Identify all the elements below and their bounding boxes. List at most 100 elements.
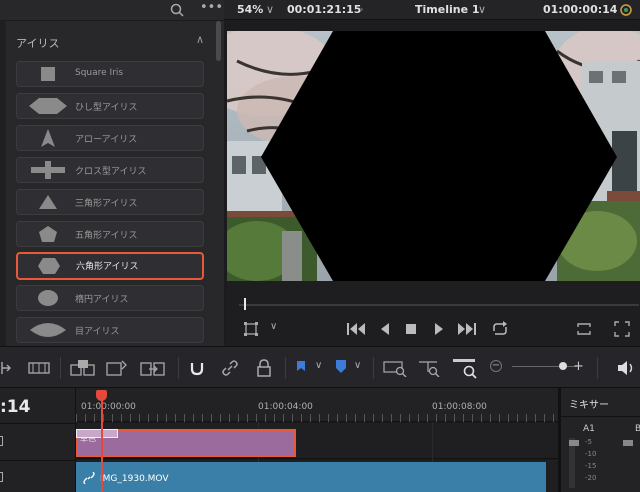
effect-item-arrow-iris[interactable]: アローアイリス	[16, 125, 204, 151]
link-icon[interactable]	[221, 359, 239, 377]
flag-icon[interactable]	[296, 361, 306, 375]
marker-chevron-icon[interactable]: ∨	[354, 360, 361, 371]
audio-speaker-icon[interactable]	[617, 360, 635, 376]
overwrite-clip-icon[interactable]	[106, 359, 128, 377]
video-viewer[interactable]	[227, 31, 640, 281]
loop-icon[interactable]	[491, 321, 509, 337]
effect-label: 楕円アイリス	[75, 295, 129, 305]
mixer-channel-label: A1	[583, 424, 595, 434]
detail-zoom-icon[interactable]	[418, 359, 442, 377]
effects-scrollbar[interactable]	[216, 21, 221, 61]
effect-item-square-iris[interactable]: Square Iris	[16, 61, 204, 87]
zoom-level[interactable]: 54%	[237, 3, 263, 16]
effect-item-ellipse-iris[interactable]: 楕円アイリス	[16, 285, 204, 311]
effect-item-cross-iris[interactable]: クロス型アイリス	[16, 157, 204, 183]
dynamic-trim-icon[interactable]	[28, 360, 50, 376]
track-v2-icon[interactable]	[0, 436, 3, 446]
effect-label: Square Iris	[75, 68, 124, 78]
scrub-bar[interactable]	[239, 304, 639, 306]
full-extent-zoom-icon[interactable]	[383, 359, 407, 377]
fader-handle[interactable]	[623, 440, 633, 446]
effect-label: クロス型アイリス	[75, 167, 147, 177]
source-timecode: 00:01:21:15	[287, 3, 362, 16]
transform-chevron-icon[interactable]: ∨	[270, 321, 277, 332]
clip-label: IMG_1930.MOV	[100, 474, 169, 484]
go-to-start-icon[interactable]	[347, 323, 365, 335]
effect-label: 三角形アイリス	[75, 199, 138, 209]
zoom-slider-handle[interactable]	[559, 362, 567, 370]
triangle-iris-icon	[39, 195, 57, 209]
stop-icon[interactable]	[406, 324, 416, 334]
effects-library-panel: アイリス ∧ Square Iris ひし型アイリス アローアイリス クロス型ア…	[0, 21, 224, 346]
timeline-name[interactable]: Timeline 1	[415, 3, 480, 16]
mixer-divider	[561, 416, 640, 417]
fader-handle[interactable]	[569, 440, 579, 446]
divider-dot	[360, 8, 363, 11]
clip-link-icon	[83, 472, 95, 484]
toolbar-separator	[597, 357, 598, 379]
color-wheel-icon[interactable]	[620, 4, 632, 16]
effect-item-eye-iris[interactable]: 目アイリス	[16, 317, 204, 343]
square-iris-icon	[41, 67, 55, 81]
track-headers: :14	[0, 388, 76, 492]
section-title: アイリス	[16, 37, 60, 50]
effect-label: 五角形アイリス	[75, 231, 138, 241]
arrow-iris-icon	[41, 129, 55, 147]
match-frame-icon[interactable]	[576, 321, 592, 337]
zoom-out-icon[interactable]: −	[490, 360, 502, 372]
preview-frame-image	[227, 31, 640, 281]
scrub-playhead[interactable]	[244, 298, 246, 310]
go-to-end-icon[interactable]	[458, 323, 476, 335]
zoom-chevron-icon[interactable]: ∨	[266, 3, 274, 16]
mixer-channel-label: B	[635, 424, 640, 434]
timeline-chevron-icon[interactable]: ∨	[478, 3, 486, 16]
effect-item-diamond-iris[interactable]: ひし型アイリス	[16, 93, 204, 119]
diamond-iris-icon	[29, 98, 67, 114]
edit-toolbar: ∨ ∨ − +	[0, 346, 640, 388]
toolbar-separator	[178, 357, 179, 379]
meter-scale-label: -15	[585, 462, 597, 470]
record-timecode: 01:00:00:14	[543, 3, 618, 16]
effect-item-pentagon-iris[interactable]: 五角形アイリス	[16, 221, 204, 247]
snapping-magnet-icon[interactable]	[188, 359, 206, 377]
transport-area: ∨	[227, 281, 640, 346]
meter-scale-label: -10	[585, 450, 597, 458]
track-v1-icon[interactable]	[0, 472, 3, 482]
play-reverse-icon[interactable]	[380, 323, 390, 335]
effects-header: •••	[0, 0, 224, 20]
ruler-label: 01:00:04:00	[258, 402, 313, 412]
mixer-panel: ミキサー A1 B -5 -10 -15 -20	[558, 388, 640, 492]
effect-label: ひし型アイリス	[75, 103, 138, 113]
search-icon[interactable]	[170, 3, 184, 17]
timeline-timecode: :14	[0, 397, 31, 417]
ruler-label: 01:00:08:00	[432, 402, 487, 412]
hexagon-iris-icon	[38, 258, 60, 274]
track-divider	[0, 460, 76, 461]
ruler-label: 01:00:00:00	[81, 402, 136, 412]
insert-clip-icon[interactable]	[70, 359, 96, 377]
fullscreen-icon[interactable]	[614, 321, 630, 337]
transition-block[interactable]	[76, 429, 118, 438]
zoom-slider-track[interactable]	[512, 366, 577, 367]
play-icon[interactable]	[434, 323, 444, 335]
playhead-line[interactable]	[101, 398, 103, 492]
timeline-ruler[interactable]: 01:00:00:00 01:00:04:00 01:00:08:00	[76, 388, 558, 422]
toolbar-separator	[60, 357, 61, 379]
collapse-chevron-icon[interactable]: ∧	[196, 33, 204, 46]
ellipse-iris-icon	[38, 290, 58, 306]
replace-clip-icon[interactable]	[140, 359, 166, 377]
effect-item-hexagon-iris[interactable]: 六角形アイリス	[16, 252, 204, 280]
marker-icon[interactable]	[335, 360, 347, 374]
toolbar-separator	[285, 357, 286, 379]
position-lock-icon[interactable]	[256, 359, 272, 377]
flag-chevron-icon[interactable]: ∨	[315, 360, 322, 371]
trim-tool-icon[interactable]	[0, 360, 12, 376]
custom-zoom-icon[interactable]	[452, 357, 478, 379]
transform-icon[interactable]	[244, 322, 258, 336]
title-clip[interactable]: 単色	[76, 429, 296, 457]
video-clip[interactable]: IMG_1930.MOV	[76, 462, 546, 492]
cross-iris-icon	[31, 161, 65, 179]
zoom-in-icon[interactable]: +	[573, 359, 584, 374]
effect-item-triangle-iris[interactable]: 三角形アイリス	[16, 189, 204, 215]
more-options-icon[interactable]: •••	[200, 0, 223, 15]
